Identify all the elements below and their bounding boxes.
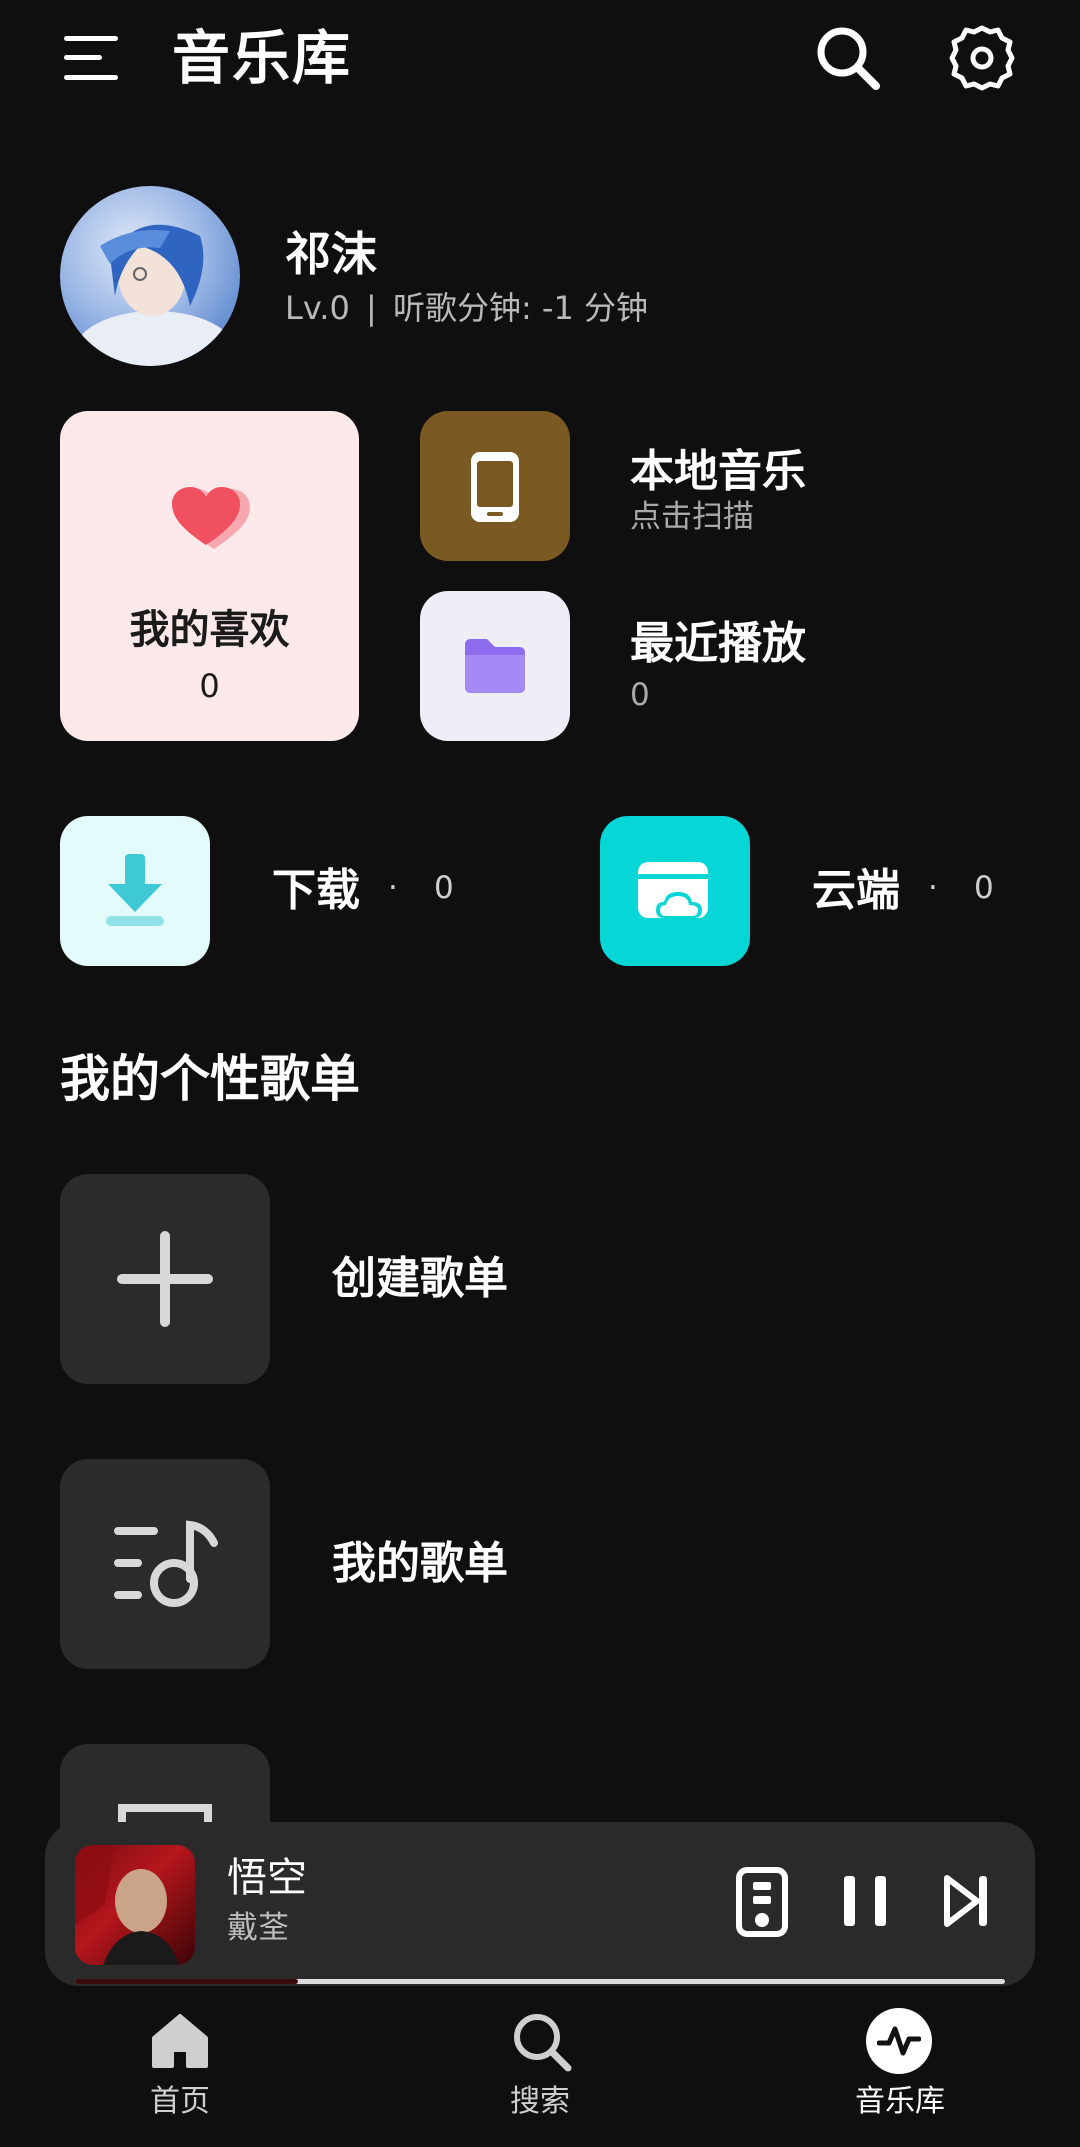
plus-icon [117,1231,213,1327]
settings-button[interactable] [946,22,1018,94]
settings-gear-icon [949,25,1015,91]
page-title: 音乐库 [172,24,353,92]
favorites-card[interactable]: 我的喜欢 0 [60,411,359,741]
album-cover[interactable] [75,1845,195,1965]
nav-library-label: 音乐库 [855,2084,945,2119]
cloud-item[interactable]: 云端 · 0 [600,816,1040,966]
listen-label: 听歌分钟: [392,289,532,327]
downloads-label: 下载 [272,865,360,916]
create-playlist-item[interactable]: 创建歌单 [0,1174,1080,1384]
favorites-count: 0 [199,667,220,705]
next-button[interactable] [943,1872,991,1930]
home-icon [152,2014,208,2068]
playlists-section-title: 我的个性歌单 [60,1050,360,1108]
nav-library[interactable]: 音乐库 [820,2006,980,2136]
avatar-illustration [75,224,235,366]
username: 祁沫 [285,227,377,281]
downloads-dot: · [388,870,398,906]
cloud-dot: · [928,870,938,906]
device-button[interactable] [735,1866,789,1938]
song-title: 悟空 [227,1855,307,1901]
create-playlist-tile [60,1174,270,1384]
skip-next-icon [944,1875,987,1927]
menu-icon [64,36,118,80]
recent-item[interactable]: 最近播放 0 [420,591,1040,741]
progress-fill [75,1979,299,1984]
local-music-title: 本地音乐 [630,446,806,497]
my-playlist-label: 我的歌单 [332,1538,508,1589]
avatar[interactable] [60,186,240,366]
pause-icon [844,1876,886,1926]
nav-library-icon-bg [866,2008,932,2074]
nav-home[interactable]: 首页 [100,2006,260,2136]
local-music-tile [420,411,570,561]
activity-icon [877,2026,921,2056]
folder-icon [465,639,525,693]
progress-bar[interactable] [75,1979,1005,1984]
pause-button[interactable] [840,1872,890,1930]
menu-button[interactable] [60,30,122,86]
album-cover-art [75,1845,179,1965]
my-playlist-item[interactable]: 我的歌单 [0,1459,1080,1669]
downloads-count: 0 [434,870,454,906]
nav-search-label: 搜索 [510,2084,570,2119]
cloud-tile [600,816,750,966]
separator: | [365,289,377,327]
heart-icon [172,487,250,549]
phone-icon [471,452,519,522]
speaker-icon [736,1867,788,1937]
cloud-icon [638,862,708,918]
mini-player[interactable]: 悟空 戴荃 [45,1822,1035,1986]
cloud-count: 0 [974,870,994,906]
favorites-label: 我的喜欢 [129,607,290,653]
recent-title: 最近播放 [630,618,806,669]
local-music-item[interactable]: 本地音乐 点击扫描 [420,411,1040,561]
downloads-tile [60,816,210,966]
listen-value: -1 分钟 [541,289,648,327]
nav-home-label: 首页 [150,2084,210,2119]
recent-count: 0 [630,677,650,713]
song-artist: 戴荃 [227,1910,289,1946]
search-icon [514,2014,572,2072]
local-music-subtitle: 点击扫描 [630,499,754,535]
recent-tile [420,591,570,741]
downloads-item[interactable]: 下载 · 0 [60,816,500,966]
my-playlist-tile [60,1459,270,1669]
search-icon [817,27,880,90]
cloud-label: 云端 [812,865,900,916]
playlist-icon [114,1520,218,1607]
download-icon [106,854,164,926]
user-stats: Lv.0 | 听歌分钟: -1 分钟 [285,286,648,330]
nav-search[interactable]: 搜索 [460,2006,620,2136]
search-button[interactable] [812,22,884,94]
user-level: Lv.0 [285,289,350,327]
create-playlist-label: 创建歌单 [332,1253,508,1304]
